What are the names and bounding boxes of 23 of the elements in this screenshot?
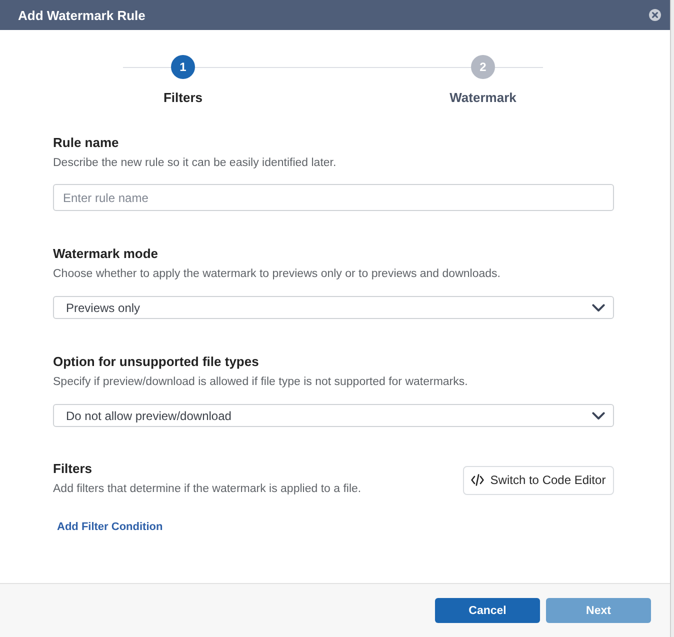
close-icon[interactable] [649, 9, 661, 21]
section-description: Specify if preview/download is allowed if file type is not supported for watermarks. [53, 375, 468, 390]
rule-name-input[interactable]: Enter rule name [53, 184, 614, 211]
chevron-down-icon [592, 304, 605, 312]
step-label: Watermark [450, 90, 516, 106]
section-heading: Option for unsupported file types [53, 354, 259, 370]
code-editor-button[interactable]: Switch to Code Editor [463, 466, 614, 494]
section-heading: Watermark mode [53, 246, 158, 262]
dialog-title: Add Watermark Rule [18, 8, 146, 22]
code-icon [471, 474, 484, 486]
section-description: Choose whether to apply the watermark to previews only or to previews and downloads. [53, 267, 500, 282]
chevron-down-icon [592, 412, 605, 420]
section-description: Add filters that determine if the watermark is applied to a file. [53, 482, 362, 497]
step-indicator: 1 [171, 55, 195, 79]
section-heading: Rule name [53, 135, 119, 151]
step-indicator: 2 [471, 55, 495, 79]
section-description: Describe the new rule so it can be easily identified later. [53, 156, 336, 171]
dropdown-select[interactable]: Previews only [53, 296, 614, 319]
add-filter-condition-link[interactable]: Add Filter Condition [57, 520, 163, 534]
footer-button[interactable]: Cancel [435, 598, 540, 623]
dropdown-select[interactable]: Do not allow preview/download [53, 404, 614, 427]
section-heading: Filters [53, 461, 92, 477]
step-label: Filters [163, 90, 202, 106]
